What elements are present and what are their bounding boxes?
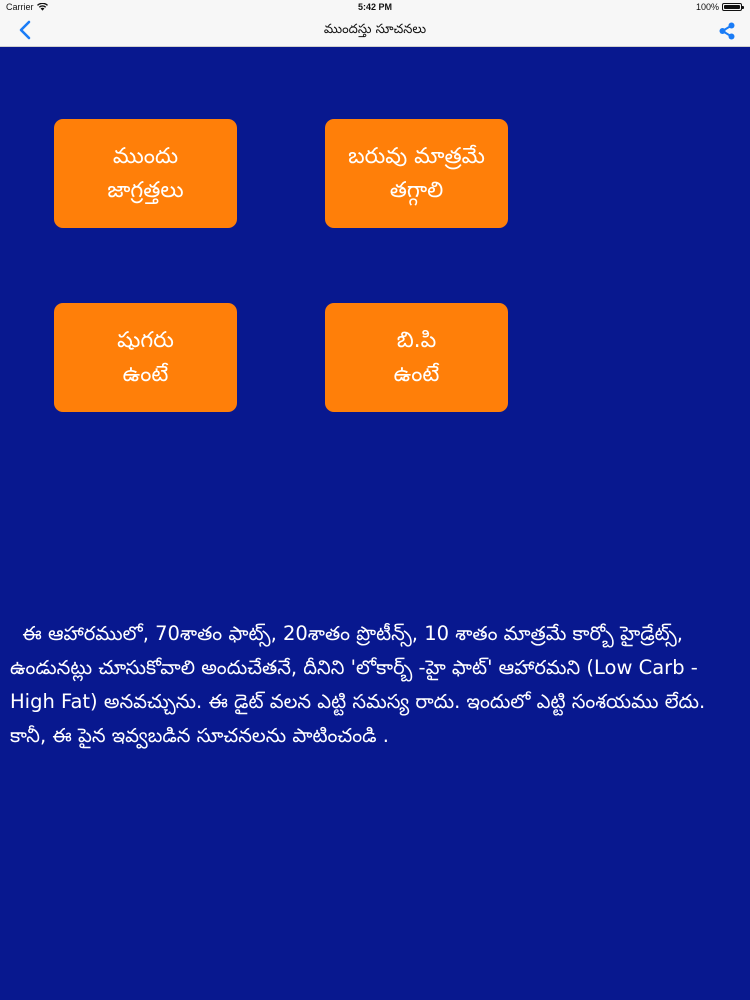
share-button[interactable] bbox=[716, 20, 738, 42]
tile-precautions-button[interactable]: ముందు జాగ్రత్తలు bbox=[54, 119, 237, 228]
tile-label-line2: ఉంటే bbox=[122, 361, 169, 387]
diet-description-text: ఈ ఆహారములో, 70శాతం ఫాట్స్, 20శాతం ప్రొటీ… bbox=[10, 622, 712, 747]
tile-bp-button[interactable]: బి.పి ఉంటే bbox=[325, 303, 508, 412]
tile-label-line1: షుగరు bbox=[117, 327, 174, 353]
status-time: 5:42 PM bbox=[357, 2, 392, 12]
navigation-bar: ముందస్తు సూచనలు bbox=[0, 14, 750, 47]
battery-info: 100% bbox=[695, 2, 744, 12]
tile-label-line1: బరువు మాత్రమే bbox=[348, 143, 485, 169]
tile-label-line2: జాగ్రత్తలు bbox=[107, 177, 184, 203]
tile-sugar-button[interactable]: షుగరు ఉంటే bbox=[54, 303, 237, 412]
status-bar: Carrier 5:42 PM 100% bbox=[0, 0, 750, 14]
share-icon bbox=[719, 22, 735, 40]
tile-label-line2: తగ్గాలి bbox=[389, 177, 444, 203]
tile-label-line2: ఉంటే bbox=[393, 361, 440, 387]
tile-label-line1: ముందు bbox=[112, 143, 179, 169]
tile-weight-loss-button[interactable]: బరువు మాత్రమే తగ్గాలి bbox=[325, 119, 508, 228]
battery-icon bbox=[722, 3, 744, 11]
battery-percent: 100% bbox=[695, 2, 719, 12]
tile-label-line1: బి.పి bbox=[396, 327, 437, 353]
page-title: ముందస్తు సూచనలు bbox=[323, 22, 427, 37]
